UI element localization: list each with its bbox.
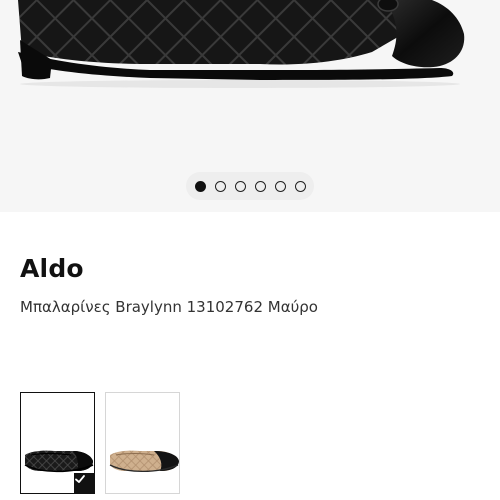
product-brand[interactable]: Aldo bbox=[20, 254, 84, 283]
pagination-dot-3[interactable] bbox=[234, 180, 246, 192]
image-pagination bbox=[186, 172, 314, 200]
variant-beige-thumbnail bbox=[109, 450, 179, 472]
pagination-dot-4[interactable] bbox=[254, 180, 266, 192]
pagination-dot-1[interactable] bbox=[194, 180, 206, 192]
product-image-gallery[interactable] bbox=[0, 0, 500, 212]
color-variant-selector bbox=[20, 392, 180, 494]
pagination-dot-2[interactable] bbox=[214, 180, 226, 192]
product-title: Μπαλαρίνες Braylynn 13102762 Μαύρο bbox=[20, 298, 318, 316]
selected-check-icon bbox=[74, 473, 94, 493]
variant-black[interactable] bbox=[20, 392, 95, 494]
variant-beige[interactable] bbox=[105, 392, 180, 494]
pagination-dot-6[interactable] bbox=[294, 180, 306, 192]
pagination-dot-5[interactable] bbox=[274, 180, 286, 192]
